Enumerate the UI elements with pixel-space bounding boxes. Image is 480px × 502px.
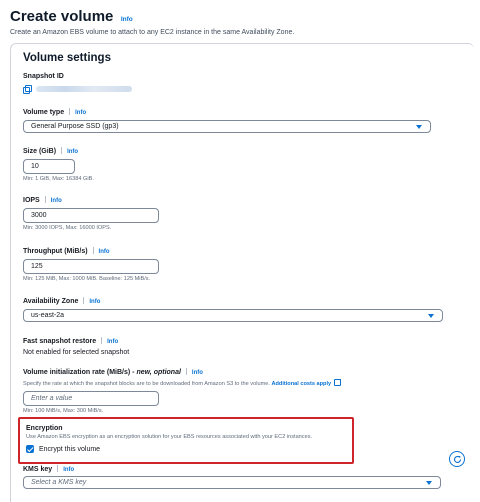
init-rate-field: Volume initialization rate (MiB/s) - new… <box>23 368 342 414</box>
iops-hint: Min: 3000 IOPS, Max: 16000 IOPS. <box>23 225 112 231</box>
additional-costs-link[interactable]: Additional costs apply <box>271 381 331 387</box>
kms-key-placeholder: Select a KMS key <box>31 479 87 486</box>
external-link-icon <box>334 379 342 386</box>
init-rate-hint: Min: 100 MiB/s, Max: 300 MiB/s. <box>23 408 104 414</box>
copy-icon[interactable] <box>23 85 32 94</box>
page-title: Create volume <box>10 8 114 25</box>
fast-snapshot-restore-label: Fast snapshot restore <box>23 338 97 345</box>
panel-title: Volume settings <box>23 52 111 64</box>
volume-type-info-link[interactable]: Info <box>75 110 86 116</box>
refresh-icon <box>453 455 461 463</box>
throughput-hint: Min: 125 MiB, Max: 1000 MiB. Baseline: 1… <box>23 276 151 282</box>
kms-key-field: KMS key Info Select a KMS key <box>23 465 441 489</box>
chevron-down-icon <box>428 314 434 318</box>
page-description: Create an Amazon EBS volume to attach to… <box>10 29 295 36</box>
snapshot-id-value <box>36 86 132 92</box>
size-input[interactable]: 10 <box>23 159 75 174</box>
encrypt-volume-row[interactable]: Encrypt this volume <box>26 445 100 453</box>
init-rate-info-link[interactable]: Info <box>192 370 203 376</box>
kms-key-select[interactable]: Select a KMS key <box>23 476 441 489</box>
init-rate-description: Specify the rate at which the snapshot b… <box>23 379 342 387</box>
iops-input[interactable]: 3000 <box>23 208 159 223</box>
encrypt-volume-checkbox[interactable] <box>26 445 34 453</box>
kms-key-info-link[interactable]: Info <box>63 467 74 473</box>
iops-label: IOPS <box>23 197 40 204</box>
page-info-link[interactable]: Info <box>121 16 133 23</box>
snapshot-id-label: Snapshot ID <box>23 73 64 80</box>
chevron-down-icon <box>426 481 432 485</box>
volume-type-select[interactable]: General Purpose SSD (gp3) <box>23 120 431 133</box>
throughput-input[interactable]: 125 <box>23 259 159 274</box>
size-hint: Min: 1 GiB, Max: 16384 GiB. <box>23 176 94 182</box>
availability-zone-value: us-east-2a <box>31 312 65 319</box>
fast-snapshot-restore-info-link[interactable]: Info <box>107 339 118 345</box>
availability-zone-label: Availability Zone <box>23 298 79 305</box>
fast-snapshot-restore-field: Fast snapshot restore Info Not enabled fo… <box>23 337 129 356</box>
encryption-title: Encryption <box>26 425 63 432</box>
size-field: Size (GiB) Info 10 Min: 1 GiB, Max: 16384… <box>23 147 94 182</box>
iops-field: IOPS Info 3000 Min: 3000 IOPS, Max: 16000… <box>23 196 159 231</box>
throughput-info-link[interactable]: Info <box>99 249 110 255</box>
encryption-section: Encryption Use Amazon EBS encryption as … <box>18 417 354 464</box>
kms-key-label: KMS key <box>23 466 53 473</box>
volume-type-field: Volume type Info General Purpose SSD (gp3… <box>23 108 431 133</box>
iops-info-link[interactable]: Info <box>51 198 62 204</box>
init-rate-label: Volume initialization rate (MiB/s) <box>23 369 131 376</box>
init-rate-input[interactable]: Enter a value <box>23 391 159 406</box>
volume-type-label: Volume type <box>23 109 65 116</box>
size-info-link[interactable]: Info <box>67 149 78 155</box>
snapshot-id-field: Snapshot ID <box>23 73 132 94</box>
availability-zone-select[interactable]: us-east-2a <box>23 309 443 322</box>
availability-zone-field: Availability Zone Info us-east-2a <box>23 297 443 322</box>
page-header: Create volume Info Create an Amazon EBS … <box>10 8 470 36</box>
chevron-down-icon <box>416 125 422 129</box>
fast-snapshot-restore-value: Not enabled for selected snapshot <box>23 349 130 356</box>
encrypt-volume-label[interactable]: Encrypt this volume <box>39 446 100 453</box>
throughput-field: Throughput (MiB/s) Info 125 Min: 125 MiB,… <box>23 247 159 282</box>
throughput-label: Throughput (MiB/s) <box>23 248 88 255</box>
refresh-kms-button[interactable] <box>449 451 465 467</box>
init-rate-optional: - new, optional <box>132 369 181 376</box>
size-label: Size (GiB) <box>23 148 57 155</box>
availability-zone-info-link[interactable]: Info <box>89 299 100 305</box>
volume-type-value: General Purpose SSD (gp3) <box>31 123 119 130</box>
encryption-description: Use Amazon EBS encryption as an encrypti… <box>26 434 313 440</box>
